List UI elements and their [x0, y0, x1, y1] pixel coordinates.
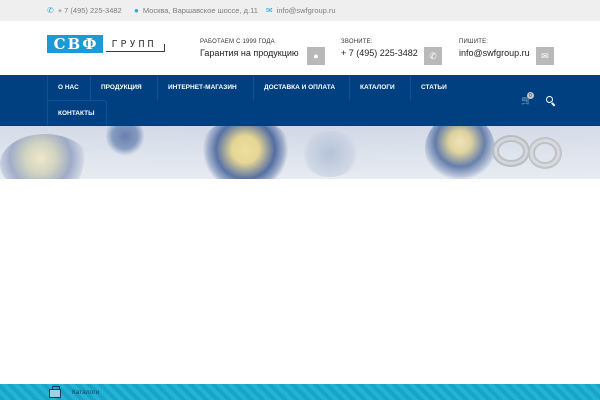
main-nav: О НАС ПРОДУКЦИЯ ИНТЕРНЕТ-МАГАЗИН ДОСТАВК…: [0, 75, 600, 126]
topbar-phone-text: + 7 (495) 225-3482: [57, 6, 122, 15]
envelope-icon: ✉: [266, 5, 273, 15]
envelope-icon: ✉: [536, 47, 554, 65]
catalog-link[interactable]: Каталоги: [72, 389, 99, 396]
nav-item-catalogs[interactable]: КАТАЛОГИ: [350, 75, 405, 100]
header-guarantee-value: Гарантия на продукцию: [200, 48, 299, 58]
logo-letter: С: [53, 34, 66, 53]
nav-item-articles[interactable]: СТАТЬИ: [411, 75, 457, 100]
catalog-icon: [49, 386, 61, 398]
header-email-value[interactable]: info@swfgroup.ru: [459, 48, 530, 58]
nav-item-shop[interactable]: ИНТЕРНЕТ-МАГАЗИН: [158, 75, 247, 100]
page: ✆ + 7 (495) 225-3482 ● Москва, Варшавско…: [0, 0, 600, 400]
nav-item-about[interactable]: О НАС: [48, 75, 89, 100]
logo-tick: [164, 44, 165, 52]
topbar-phone-link[interactable]: ✆ + 7 (495) 225-3482: [47, 6, 122, 15]
nav-item-delivery[interactable]: ДОСТАВКА И ОПЛАТА: [254, 75, 345, 100]
top-bar: ✆ + 7 (495) 225-3482 ● Москва, Варшавско…: [0, 0, 600, 21]
globe-icon: ●: [307, 47, 325, 65]
topbar-address-text: Москва, Варшавское шоссе, д.11: [142, 6, 258, 15]
header-phone: ЗВОНИТЕ: + 7 (495) 225-3482: [341, 39, 418, 58]
topbar-email-link[interactable]: ✉ info@swfgroup.ru: [266, 6, 336, 15]
logo-suffix: ГРУПП: [111, 38, 157, 50]
topbar-email-text: info@swfgroup.ru: [276, 6, 336, 15]
map-marker-icon: ●: [134, 5, 139, 15]
logo-letter: В: [67, 34, 81, 53]
cart-count-badge: 0: [527, 92, 534, 99]
nav-item-products[interactable]: ПРОДУКЦИЯ: [91, 75, 152, 100]
header-guarantee-label: РАБОТАЕМ С 1999 ГОДА: [200, 39, 275, 45]
nav-divider: [106, 101, 107, 126]
logo-letter: Ф: [82, 34, 97, 53]
phone-icon: ✆: [47, 5, 54, 15]
header-email: ПИШИТЕ: info@swfgroup.ru: [459, 39, 530, 58]
phone-icon: ✆: [424, 47, 442, 65]
search-icon[interactable]: [546, 96, 553, 103]
hero-banner: [0, 126, 600, 179]
header-guarantee: РАБОТАЕМ С 1999 ГОДА Гарантия на продукц…: [200, 39, 299, 58]
site-logo[interactable]: С В Ф ГРУПП: [47, 35, 165, 53]
topbar-address: ● Москва, Варшавское шоссе, д.11: [134, 6, 258, 15]
logo-wordmark: ГРУПП: [103, 35, 165, 53]
header-phone-label: ЗВОНИТЕ:: [341, 39, 373, 45]
header-phone-value[interactable]: + 7 (495) 225-3482: [341, 48, 418, 58]
header-email-label: ПИШИТЕ:: [459, 39, 489, 45]
nav-item-contacts[interactable]: КОНТАКТЫ: [48, 101, 104, 126]
logo-mark: С В Ф: [47, 35, 103, 53]
logo-underline: [106, 51, 165, 52]
hero-overlay: [0, 126, 600, 179]
catalog-strip: Каталоги: [0, 384, 600, 400]
